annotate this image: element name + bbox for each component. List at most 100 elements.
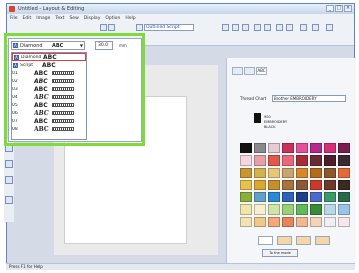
- color-swatch[interactable]: [310, 179, 322, 191]
- color-swatch[interactable]: [296, 179, 308, 191]
- left-toolbar: [4, 140, 14, 222]
- menu-option[interactable]: Option: [105, 16, 120, 21]
- palette-user-button[interactable]: [296, 236, 311, 245]
- select-tool-icon[interactable]: [100, 24, 107, 31]
- color-swatch[interactable]: [254, 192, 266, 203]
- preview-tool-icon[interactable]: [300, 24, 307, 31]
- stitch-tool-icon[interactable]: [264, 24, 271, 31]
- color-swatch[interactable]: [240, 192, 252, 203]
- color-swatch[interactable]: [268, 155, 280, 166]
- menu-file[interactable]: File: [10, 16, 18, 21]
- color-swatch[interactable]: [338, 204, 350, 215]
- applique-mode-icon[interactable]: [5, 196, 13, 204]
- menu-image[interactable]: Image: [36, 16, 50, 21]
- color-swatch[interactable]: [268, 167, 280, 178]
- color-swatch[interactable]: [338, 216, 350, 227]
- color-swatch[interactable]: [282, 216, 294, 227]
- color-swatch[interactable]: [240, 179, 252, 191]
- to-mode-button[interactable]: To the mode: [262, 249, 298, 257]
- color-swatch[interactable]: [268, 179, 280, 191]
- color-swatch[interactable]: [296, 143, 308, 154]
- color-swatch[interactable]: [268, 192, 280, 203]
- color-swatch[interactable]: [254, 155, 266, 166]
- color-swatch[interactable]: [324, 204, 336, 215]
- color-swatch[interactable]: [324, 155, 336, 166]
- color-swatch[interactable]: [282, 155, 294, 166]
- color-swatch[interactable]: [240, 155, 252, 166]
- status-bar: Press F1 for Help: [6, 263, 355, 270]
- color-swatch[interactable]: [282, 204, 294, 215]
- color-swatch[interactable]: [296, 204, 308, 215]
- color-swatch[interactable]: [254, 179, 266, 191]
- color-swatch[interactable]: [324, 192, 336, 203]
- thread-chart-label: Thread Chart: [240, 96, 267, 101]
- color-swatch[interactable]: [338, 192, 350, 203]
- panel-tabs: ABC: [232, 67, 268, 75]
- color-swatch[interactable]: [310, 155, 322, 166]
- palette-view-button[interactable]: [258, 236, 273, 245]
- menu-edit[interactable]: Edit: [23, 16, 32, 21]
- color-swatch[interactable]: [338, 155, 350, 166]
- color-swatch[interactable]: [254, 216, 266, 227]
- color-swatch[interactable]: [282, 179, 294, 191]
- help-tool-icon[interactable]: [326, 24, 333, 31]
- color-swatch[interactable]: [296, 216, 308, 227]
- color-swatch[interactable]: [324, 216, 336, 227]
- color-swatch[interactable]: [268, 143, 280, 154]
- color-swatch[interactable]: [324, 143, 336, 154]
- color-swatch[interactable]: [296, 155, 308, 166]
- color-swatch[interactable]: [338, 143, 350, 154]
- palette-favorite-button[interactable]: [315, 236, 330, 245]
- color-swatch[interactable]: [310, 143, 322, 154]
- fill-mode-icon[interactable]: [5, 160, 13, 168]
- color-swatch[interactable]: [296, 192, 308, 203]
- menu-display[interactable]: Display: [84, 16, 101, 21]
- color-swatch[interactable]: [310, 216, 322, 227]
- color-swatch[interactable]: [338, 179, 350, 191]
- minimize-button[interactable]: _: [326, 5, 334, 12]
- menu-sew[interactable]: Sew: [69, 16, 78, 21]
- layout-tool-icon[interactable]: [276, 24, 283, 31]
- zoom-tool-icon[interactable]: [108, 24, 115, 31]
- current-color-swatch: [254, 113, 261, 123]
- color-swatch[interactable]: [296, 167, 308, 178]
- color-swatch[interactable]: [338, 167, 350, 178]
- tab-sew-order[interactable]: [232, 67, 243, 75]
- text-tool-icon[interactable]: [136, 24, 143, 31]
- color-swatch[interactable]: [240, 216, 252, 227]
- color-swatch[interactable]: [282, 192, 294, 203]
- color-swatch[interactable]: [254, 204, 266, 215]
- brush-tool-icon[interactable]: [242, 24, 249, 31]
- color-swatch[interactable]: [268, 216, 280, 227]
- maximize-button[interactable]: □: [335, 5, 343, 12]
- toolbar-font-field[interactable]: Outlined Script: [144, 24, 194, 31]
- highlight-frame: [4, 33, 145, 146]
- color-swatch[interactable]: [310, 192, 322, 203]
- line-tool-icon[interactable]: [232, 24, 239, 31]
- palette-swap-button[interactable]: [277, 236, 292, 245]
- color-swatch[interactable]: [268, 204, 280, 215]
- color-swatch[interactable]: [254, 167, 266, 178]
- pattern-tool-icon[interactable]: [254, 24, 261, 31]
- color-swatch[interactable]: [240, 167, 252, 178]
- color-swatch[interactable]: [324, 167, 336, 178]
- tab-image[interactable]: [244, 67, 255, 75]
- thread-chart-select[interactable]: Brother EMBROIDERY: [272, 95, 346, 102]
- color-swatch[interactable]: [254, 143, 266, 154]
- shape-tool-icon[interactable]: [222, 24, 229, 31]
- color-swatch[interactable]: [310, 167, 322, 178]
- menu-help[interactable]: Help: [125, 16, 135, 21]
- wizard-tool-icon[interactable]: [312, 24, 319, 31]
- tab-text-attributes[interactable]: ABC: [256, 67, 267, 75]
- grid-tool-icon[interactable]: [286, 24, 293, 31]
- color-swatch[interactable]: [324, 179, 336, 191]
- color-swatch[interactable]: [240, 204, 252, 215]
- color-swatch[interactable]: [282, 167, 294, 178]
- color-swatch[interactable]: [240, 143, 252, 154]
- close-button[interactable]: ×: [344, 5, 352, 12]
- menu-text[interactable]: Text: [55, 16, 64, 21]
- window-title: Untitled - Layout & Editing: [18, 6, 85, 12]
- color-swatch[interactable]: [282, 143, 294, 154]
- color-swatch[interactable]: [310, 204, 322, 215]
- outline-mode-icon[interactable]: [5, 176, 13, 184]
